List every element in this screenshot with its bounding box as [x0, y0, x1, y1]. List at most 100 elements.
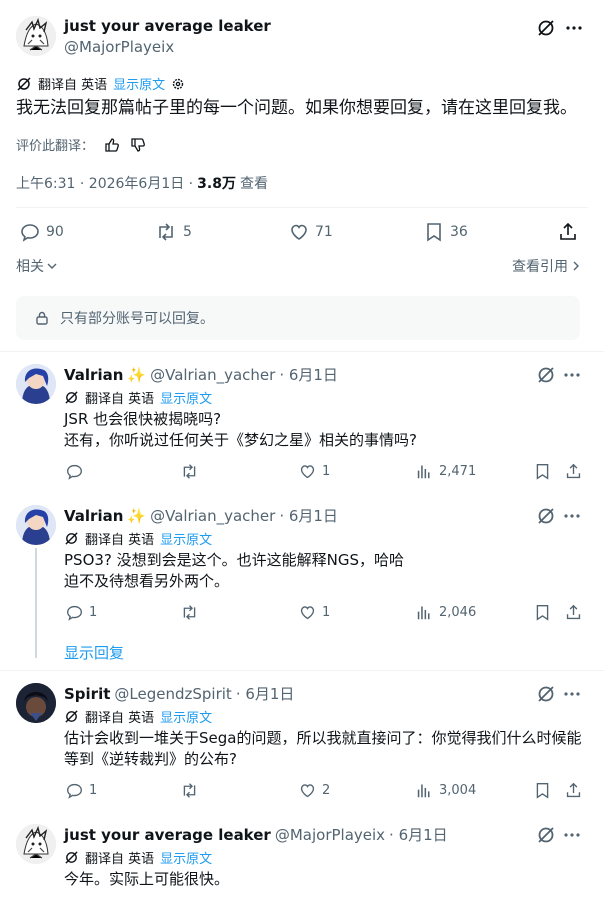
- translated-from: 翻译自 英语: [85, 533, 155, 548]
- reply-text-line: 还有，你听说过任何关于《梦幻之星》相关的事情吗?: [64, 431, 417, 449]
- display-name[interactable]: Valrian: [64, 366, 123, 384]
- more-options-icon[interactable]: [562, 506, 582, 526]
- bookmark-button[interactable]: [534, 782, 551, 799]
- date[interactable]: · 6月1日: [279, 364, 338, 385]
- sparkle-emoji: ✨: [127, 365, 147, 384]
- show-replies-link[interactable]: 显示回复: [64, 642, 124, 663]
- retweet-button[interactable]: [180, 463, 199, 480]
- avatar[interactable]: [16, 824, 56, 864]
- reply-restriction-banner: 只有部分账号可以回复。: [16, 296, 580, 340]
- views-count: 2,046: [439, 605, 477, 620]
- handle[interactable]: @MajorPlayeix: [275, 826, 385, 844]
- translation-settings-icon[interactable]: [171, 77, 185, 91]
- handle[interactable]: @Valrian_yacher: [150, 507, 275, 525]
- translate-icon: [64, 850, 79, 865]
- translated-from: 翻译自 英语: [85, 852, 155, 867]
- share-button[interactable]: [558, 222, 578, 242]
- rate-translation: 评价此翻译：: [16, 135, 146, 154]
- display-name[interactable]: Spirit: [64, 685, 110, 703]
- thumbs-down-icon[interactable]: [130, 137, 146, 153]
- reply-button[interactable]: 90: [20, 222, 64, 242]
- views-count: 3.8万: [197, 176, 236, 192]
- date[interactable]: · 6月1日: [389, 824, 448, 845]
- translation-bar: 翻译自 英语 显示原文: [16, 74, 185, 93]
- bookmark-button[interactable]: [534, 604, 551, 621]
- translate-icon: [64, 531, 79, 546]
- grok-icon[interactable]: [536, 365, 556, 385]
- grok-icon[interactable]: [536, 506, 556, 526]
- show-original-link[interactable]: 显示原文: [113, 74, 165, 93]
- views-count: 2,471: [439, 464, 477, 479]
- display-name[interactable]: just your average leaker: [64, 826, 271, 844]
- related-toggle[interactable]: 相关: [16, 256, 58, 276]
- like-button[interactable]: 1: [299, 604, 330, 621]
- share-button[interactable]: [565, 604, 582, 621]
- avatar[interactable]: [16, 16, 56, 56]
- reply-header: Valrian ✨ @Valrian_yacher · 6月1日: [64, 364, 338, 385]
- like-button[interactable]: 71: [289, 222, 333, 242]
- share-button[interactable]: [565, 463, 582, 480]
- translation-bar: 翻译自 英语 显示原文: [64, 529, 212, 548]
- views-button[interactable]: 2,471: [416, 463, 476, 480]
- share-button[interactable]: [565, 782, 582, 799]
- bookmark-icon: [427, 223, 441, 242]
- show-original-link[interactable]: 显示原文: [160, 848, 212, 867]
- divider: [0, 670, 604, 671]
- retweet-button[interactable]: 5: [155, 222, 192, 242]
- retweet-icon: [159, 223, 173, 241]
- retweet-button[interactable]: [180, 782, 199, 799]
- view-quotes-link[interactable]: 查看引用: [512, 256, 582, 276]
- translate-icon: [16, 76, 32, 92]
- related-label: 相关: [16, 259, 44, 275]
- translate-icon: [64, 390, 79, 405]
- grok-icon[interactable]: [536, 825, 556, 845]
- show-original-link[interactable]: 显示原文: [160, 707, 212, 726]
- like-count: 2: [322, 783, 331, 798]
- reply-text-line: 等到《逆转裁判》的公布?: [64, 750, 237, 768]
- reply-text: 今年。实际上可能很快。: [64, 869, 229, 890]
- like-count: 71: [315, 224, 333, 240]
- reply-button[interactable]: [66, 463, 89, 480]
- handle[interactable]: @Valrian_yacher: [150, 366, 275, 384]
- display-name[interactable]: Valrian: [64, 507, 123, 525]
- grok-icon[interactable]: [536, 18, 556, 38]
- views-button[interactable]: 3,004: [416, 782, 476, 799]
- reply-button[interactable]: 1: [66, 604, 97, 621]
- reply-count: 1: [89, 605, 98, 620]
- reply-text: PSO3? 没想到会是这个。也许这能解释NGS，哈哈 迫不及待想看另外两个。: [64, 550, 404, 592]
- timestamp[interactable]: 上午6:31 · 2026年6月1日 ·: [16, 173, 193, 193]
- reply-count: 90: [46, 224, 64, 240]
- reply-header: just your average leaker @MajorPlayeix ·…: [64, 824, 448, 845]
- divider: [16, 207, 588, 208]
- reply-text-line: 估计会收到一堆关于Sega的问题，所以我就直接问了：你觉得我们什么时候能: [64, 729, 582, 747]
- handle[interactable]: @MajorPlayeix: [64, 38, 174, 56]
- retweet-button[interactable]: [180, 604, 199, 621]
- bookmark-button[interactable]: [534, 463, 551, 480]
- reply-button[interactable]: 1: [66, 782, 97, 799]
- like-button[interactable]: 1: [299, 463, 330, 480]
- heart-icon: [291, 224, 307, 240]
- grok-icon[interactable]: [536, 684, 556, 704]
- more-options-icon[interactable]: [562, 825, 582, 845]
- more-options-icon[interactable]: [564, 18, 584, 38]
- display-name[interactable]: just your average leaker: [64, 17, 271, 35]
- avatar[interactable]: [16, 505, 56, 545]
- avatar[interactable]: [16, 683, 56, 723]
- views-label: 查看: [239, 176, 268, 192]
- more-options-icon[interactable]: [562, 684, 582, 704]
- sparkle-emoji: ✨: [127, 506, 147, 525]
- handle[interactable]: @LegendzSpirit: [114, 685, 231, 703]
- thumbs-up-icon[interactable]: [104, 137, 120, 153]
- timestamp-row: 上午6:31 · 2026年6月1日 · 3.8万 查看: [16, 173, 268, 193]
- avatar[interactable]: [16, 364, 56, 404]
- views-button[interactable]: 2,046: [416, 604, 476, 621]
- bookmark-button[interactable]: 36: [424, 222, 468, 242]
- date[interactable]: · 6月1日: [236, 683, 295, 704]
- like-button[interactable]: 2: [299, 782, 330, 799]
- show-original-link[interactable]: 显示原文: [160, 388, 212, 407]
- show-original-link[interactable]: 显示原文: [160, 529, 212, 548]
- tweet-text: 我无法回复那篇帖子里的每一个问题。如果你想要回复，请在这里回复我。: [16, 98, 577, 118]
- more-options-icon[interactable]: [562, 365, 582, 385]
- reply-count: 1: [89, 783, 98, 798]
- date[interactable]: · 6月1日: [279, 505, 338, 526]
